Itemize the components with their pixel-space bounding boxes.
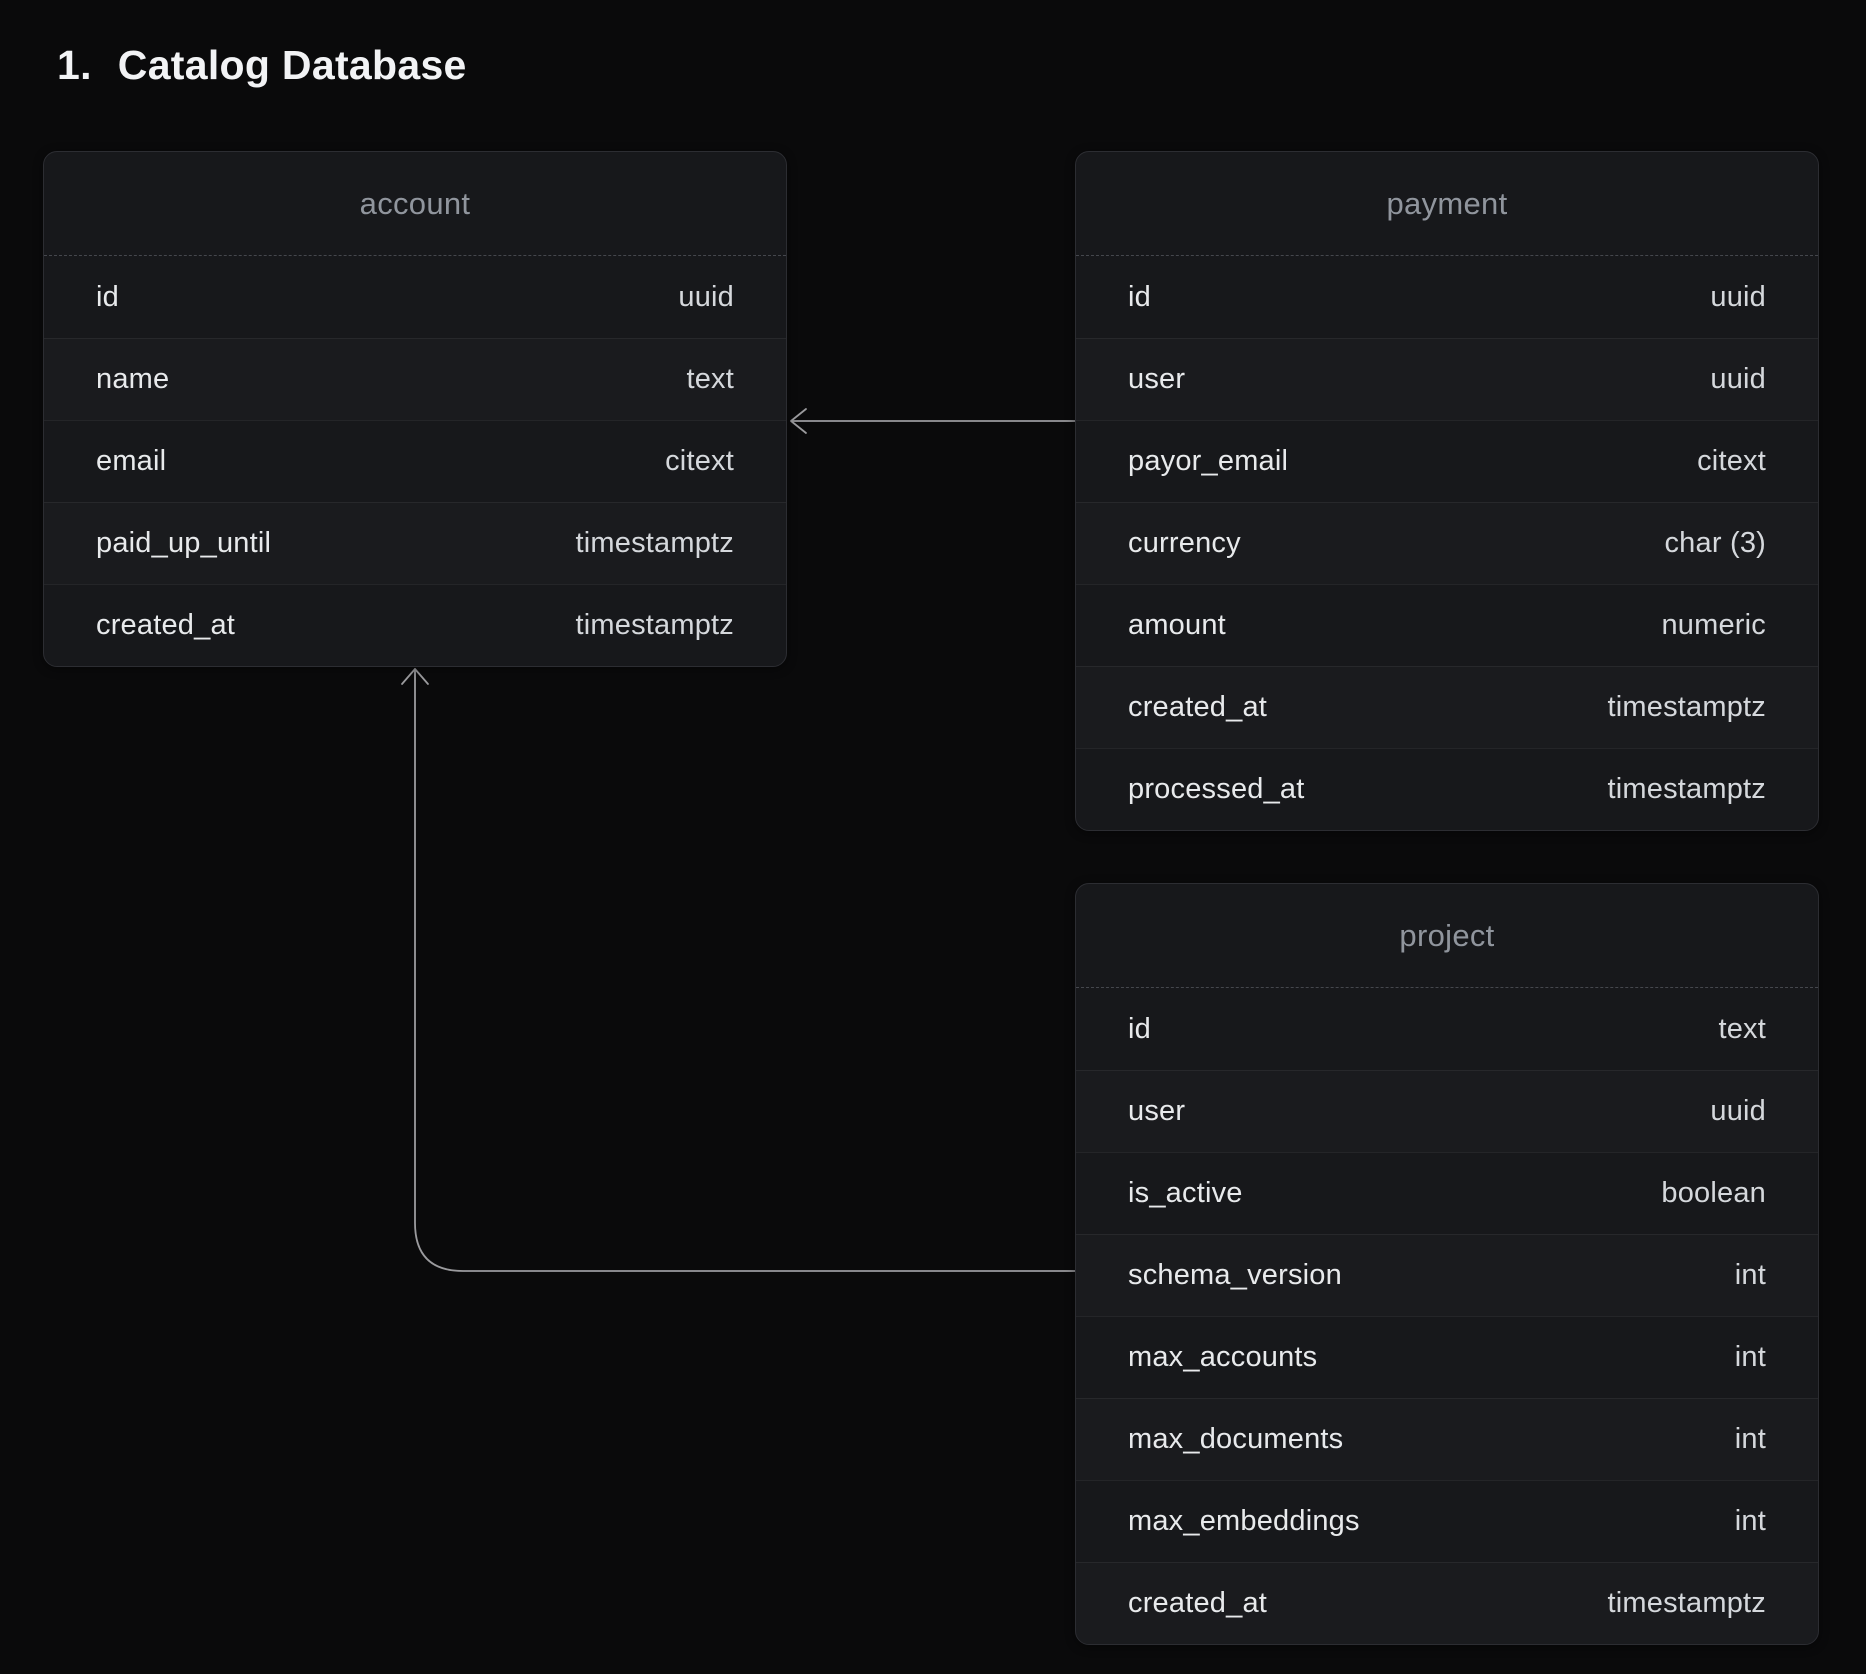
field-name: id [96,281,119,314]
table-row: processed_at timestamptz [1076,748,1818,830]
field-name: email [96,445,166,478]
table-row: payor_email citext [1076,420,1818,502]
field-type: uuid [1710,281,1766,314]
table-row: currency char (3) [1076,502,1818,584]
field-name: name [96,363,169,396]
table-rows-payment: id uuid user uuid payor_email citext cur… [1076,256,1818,830]
table-row: paid_up_until timestamptz [44,502,786,584]
field-name: paid_up_until [96,527,271,560]
page-title-text: Catalog Database [118,42,467,89]
table-card-account[interactable]: account id uuid name text email citext p… [43,151,787,667]
table-row: max_documents int [1076,1398,1818,1480]
arrowhead-payment-to-account [791,409,806,433]
table-card-project[interactable]: project id text user uuid is_active bool… [1075,883,1819,1645]
field-name: user [1128,1095,1185,1128]
field-name: created_at [96,609,235,642]
table-row: amount numeric [1076,584,1818,666]
table-title-project: project [1076,884,1818,988]
field-name: currency [1128,527,1241,560]
table-row: schema_version int [1076,1234,1818,1316]
table-rows-project: id text user uuid is_active boolean sche… [1076,988,1818,1644]
field-type: citext [665,445,734,478]
field-type: int [1735,1505,1766,1538]
field-type: numeric [1661,609,1766,642]
table-row: max_embeddings int [1076,1480,1818,1562]
table-rows-account: id uuid name text email citext paid_up_u… [44,256,786,666]
edge-project-to-account [415,669,1075,1271]
field-type: text [686,363,734,396]
field-type: uuid [678,281,734,314]
table-row: max_accounts int [1076,1316,1818,1398]
table-row: user uuid [1076,1070,1818,1152]
field-type: timestamptz [1607,1587,1766,1620]
field-name: is_active [1128,1177,1243,1210]
field-type: boolean [1661,1177,1766,1210]
field-type: timestamptz [1607,691,1766,724]
table-title-account: account [44,152,786,256]
field-name: processed_at [1128,773,1305,806]
field-type: uuid [1710,363,1766,396]
field-type: citext [1697,445,1766,478]
field-name: user [1128,363,1185,396]
table-card-payment[interactable]: payment id uuid user uuid payor_email ci… [1075,151,1819,831]
field-name: created_at [1128,1587,1267,1620]
field-name: amount [1128,609,1226,642]
field-type: char (3) [1664,527,1766,560]
field-name: max_accounts [1128,1341,1317,1374]
field-type: int [1735,1259,1766,1292]
table-row: id uuid [44,256,786,338]
page-title: 1. Catalog Database [57,42,467,89]
page-title-number: 1. [57,42,92,89]
table-row: is_active boolean [1076,1152,1818,1234]
table-row: name text [44,338,786,420]
field-type: timestamptz [575,527,734,560]
field-name: payor_email [1128,445,1288,478]
table-title-payment: payment [1076,152,1818,256]
field-type: timestamptz [575,609,734,642]
table-row: user uuid [1076,338,1818,420]
field-type: int [1735,1423,1766,1456]
table-row: id text [1076,988,1818,1070]
table-row: created_at timestamptz [44,584,786,666]
arrowhead-project-to-account [402,669,428,684]
field-type: int [1735,1341,1766,1374]
table-row: email citext [44,420,786,502]
table-row: created_at timestamptz [1076,666,1818,748]
field-name: max_embeddings [1128,1505,1360,1538]
field-type: uuid [1710,1095,1766,1128]
field-type: timestamptz [1607,773,1766,806]
field-name: id [1128,1013,1151,1046]
field-type: text [1718,1013,1766,1046]
field-name: schema_version [1128,1259,1342,1292]
field-name: id [1128,281,1151,314]
field-name: max_documents [1128,1423,1343,1456]
table-row: created_at timestamptz [1076,1562,1818,1644]
field-name: created_at [1128,691,1267,724]
table-row: id uuid [1076,256,1818,338]
